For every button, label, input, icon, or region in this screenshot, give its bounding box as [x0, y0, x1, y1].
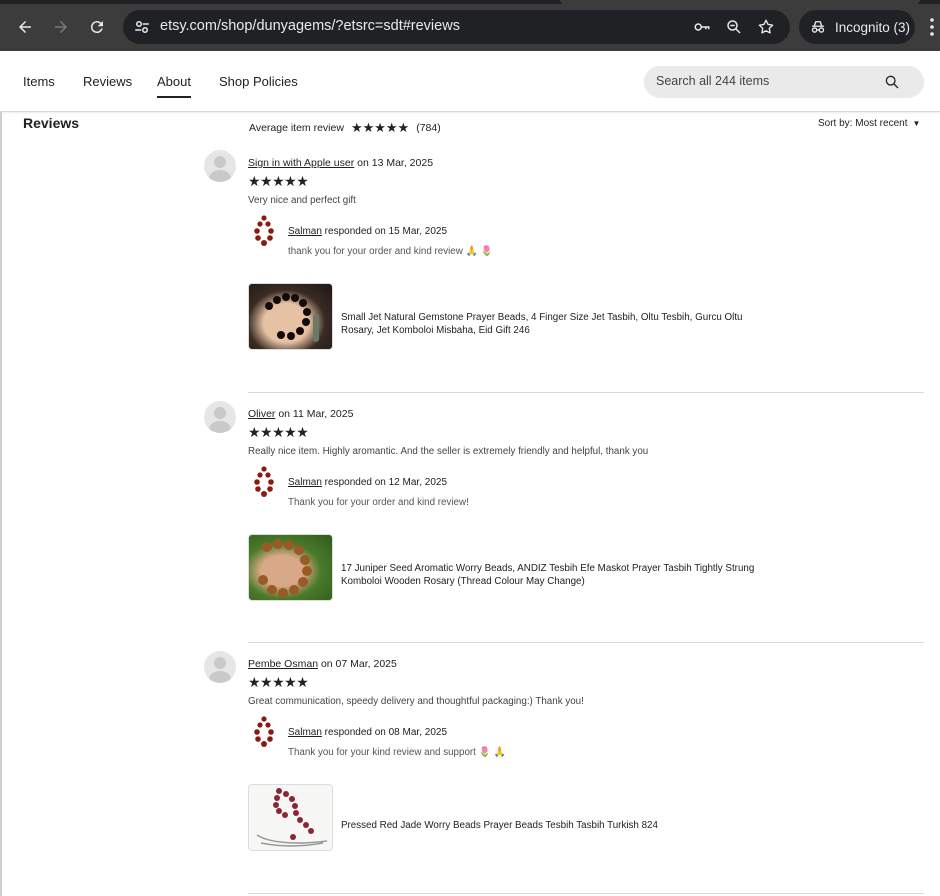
response-meta: Salman responded on 12 Mar, 2025 [288, 477, 447, 488]
tab-reviews[interactable]: Reviews [83, 74, 132, 89]
review-date: on 13 Mar, 2025 [354, 157, 434, 169]
incognito-button[interactable]: Incognito (3) [799, 10, 915, 44]
shop-search-input[interactable]: Search all 244 items [644, 66, 924, 98]
review-stars: ★★★★★ [248, 424, 309, 440]
seller-link[interactable]: Salman [288, 477, 322, 488]
item-thumbnail[interactable] [248, 534, 333, 601]
seller-avatar-beads-icon[interactable] [252, 715, 276, 749]
url-text[interactable]: etsy.com/shop/dunyagems/?etsrc=sdt#revie… [160, 18, 460, 34]
seller-link[interactable]: Salman [288, 226, 322, 237]
response-text: thank you for your order and kind review… [288, 246, 493, 257]
password-key-icon[interactable] [693, 18, 711, 36]
review-count: (784) [416, 122, 441, 134]
divider [248, 642, 924, 643]
response-text: Thank you for your kind review and suppo… [288, 747, 506, 758]
response-date: responded on 08 Mar, 2025 [321, 727, 447, 738]
response-meta: Salman responded on 08 Mar, 2025 [288, 727, 447, 738]
red-jade-beads-image [256, 788, 328, 847]
wooden-beads-image [258, 539, 312, 598]
item-thumbnail[interactable] [248, 283, 333, 350]
prayer-beads-image [265, 293, 319, 342]
avatar[interactable] [204, 150, 236, 182]
item-title-link[interactable]: Small Jet Natural Gemstone Prayer Beads,… [341, 311, 771, 337]
review-text: Very nice and perfect gift [248, 195, 356, 206]
review-meta: Oliver on 11 Mar, 2025 [248, 408, 353, 420]
incognito-icon [811, 21, 825, 33]
review-date: on 07 Mar, 2025 [318, 658, 397, 670]
address-bar[interactable]: etsy.com/shop/dunyagems/?etsrc=sdt#revie… [123, 10, 790, 44]
divider [248, 392, 924, 393]
menu-kebab-icon[interactable] [928, 17, 936, 37]
incognito-label: Incognito (3) [835, 19, 911, 35]
browser-toolbar: etsy.com/shop/dunyagems/?etsrc=sdt#revie… [0, 0, 940, 51]
response-date: responded on 12 Mar, 2025 [321, 477, 447, 488]
review-stars: ★★★★★ [248, 173, 309, 189]
review-stars: ★★★★★ [248, 674, 309, 690]
average-label: Average item review [249, 122, 344, 134]
search-icon[interactable] [884, 74, 900, 90]
reviewer-link[interactable]: Pembe Osman [248, 658, 318, 670]
review-text: Really nice item. Highly aromantic. And … [248, 446, 649, 457]
tab-about[interactable]: About [157, 74, 191, 98]
item-title-link[interactable]: Pressed Red Jade Worry Beads Prayer Bead… [341, 819, 771, 832]
item-title-line: 17 Juniper Seed Aromatic Worry Beads, AN… [341, 563, 755, 574]
average-review: Average item review ★★★★★ (784) [249, 120, 441, 136]
item-title-line: Small Jet Natural Gemstone Prayer Beads,… [341, 312, 743, 323]
item-title-line: Rosary, Jet Komboloi Misbaha, Eid Gift 2… [341, 325, 530, 336]
avatar[interactable] [204, 651, 236, 683]
shop-nav: Items Reviews About Shop Policies Search… [0, 51, 940, 112]
review-card: Oliver on 11 Mar, 2025 ★★★★★ Really nice… [204, 401, 924, 644]
seller-avatar-beads-icon[interactable] [252, 465, 276, 499]
divider [248, 893, 924, 894]
reviewer-link[interactable]: Sign in with Apple user [248, 157, 354, 169]
review-date: on 11 Mar, 2025 [275, 408, 354, 420]
tab-shop-policies[interactable]: Shop Policies [219, 74, 298, 89]
back-button[interactable] [11, 13, 39, 41]
site-settings-icon[interactable] [133, 18, 151, 36]
arrow-right-icon [55, 21, 67, 33]
review-meta: Pembe Osman on 07 Mar, 2025 [248, 658, 397, 670]
average-stars: ★★★★★ [350, 120, 410, 135]
review-meta: Sign in with Apple user on 13 Mar, 2025 [248, 157, 433, 169]
reviewer-link[interactable]: Oliver [248, 408, 275, 420]
response-meta: Salman responded on 15 Mar, 2025 [288, 226, 447, 237]
zoom-out-icon[interactable] [725, 18, 743, 36]
response-text: Thank you for your order and kind review… [288, 497, 469, 508]
bookmark-star-icon[interactable] [757, 18, 775, 36]
item-title-line: Komboloi Wooden Rosary (Thread Colour Ma… [341, 576, 585, 587]
search-placeholder: Search all 244 items [656, 74, 770, 88]
review-card: Pembe Osman on 07 Mar, 2025 ★★★★★ Great … [204, 651, 924, 896]
sort-dropdown[interactable]: Sort by: Most recent ▼ [818, 118, 920, 129]
tab-strip [0, 0, 940, 4]
forward-button[interactable] [47, 13, 75, 41]
seller-link[interactable]: Salman [288, 727, 322, 738]
active-tab-edge[interactable] [560, 0, 920, 4]
avatar[interactable] [204, 401, 236, 433]
caret-down-icon: ▼ [912, 119, 921, 128]
sort-label: Sort by: Most recent [818, 118, 908, 129]
item-title-link[interactable]: 17 Juniper Seed Aromatic Worry Beads, AN… [341, 562, 771, 588]
tab-items[interactable]: Items [23, 74, 55, 89]
reviews-heading: Reviews [23, 115, 80, 131]
response-date: responded on 15 Mar, 2025 [321, 226, 447, 237]
reload-button[interactable] [83, 13, 111, 41]
item-title-line: Pressed Red Jade Worry Beads Prayer Bead… [341, 820, 658, 831]
review-card: Sign in with Apple user on 13 Mar, 2025 … [204, 150, 924, 393]
reload-icon [90, 21, 103, 34]
seller-avatar-beads-icon[interactable] [252, 214, 276, 248]
review-text: Great communication, speedy delivery and… [248, 696, 584, 707]
arrow-left-icon [19, 21, 31, 33]
item-thumbnail[interactable] [248, 784, 333, 851]
page-edge [0, 112, 2, 896]
